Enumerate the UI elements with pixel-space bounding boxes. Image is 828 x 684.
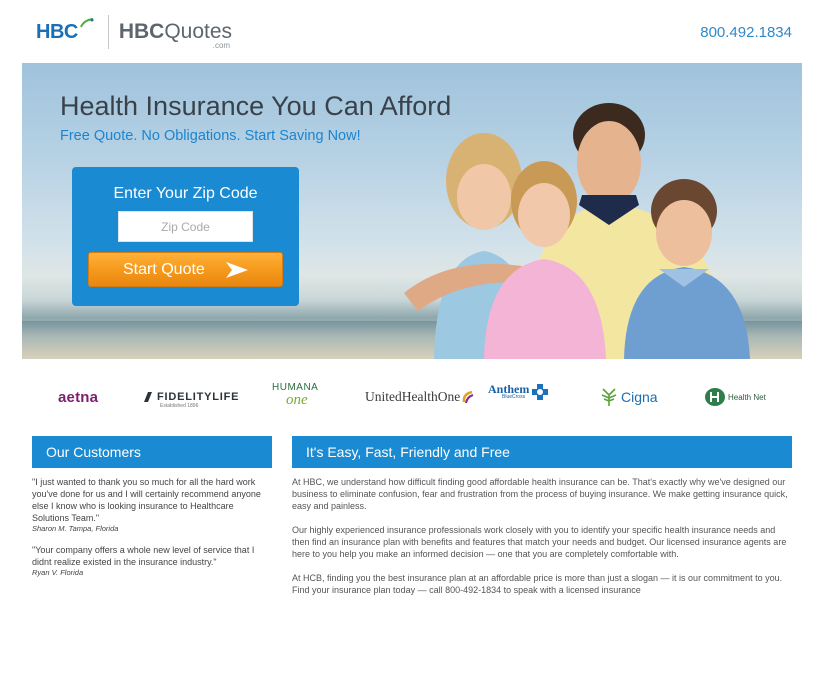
phone-number-link[interactable]: 800.492.1834 [700,24,792,41]
zip-quote-form: Enter Your Zip Code Start Quote [72,167,299,306]
logo-swoosh-icon [80,17,94,27]
zip-code-input[interactable] [118,211,253,242]
easy-fast-heading: It's Easy, Fast, Friendly and Free [292,436,792,468]
testimonial-quote: "I just wanted to thank you so much for … [32,477,261,523]
unitedhealthone-logo: UnitedHealthOne [365,383,474,411]
logo-hbcquotes-wordmark: HBCQuotes .com [118,20,233,50]
cigna-logo: Cigna [600,383,658,411]
logo-divider [107,15,109,49]
fidelity-established-text: Established 1896 [160,403,199,409]
site-header: HBC HBCQuotes .com 800.492.1834 [0,0,828,62]
testimonial-author: Ryan V. Florida [32,568,84,577]
fidelity-life-logo: FIDELITYLIFE Established 1896 [142,383,239,411]
about-paragraph: At HCB, finding you the best insurance p… [292,573,783,595]
hero-title: Health Insurance You Can Afford [60,91,452,121]
aetna-logo: aetna [58,388,99,406]
health-net-logo: Health Net [704,383,766,411]
about-text: At HBC, we understand how difficult find… [292,476,792,608]
arrow-right-icon [226,262,248,278]
cigna-tree-icon [601,388,617,406]
testimonial-quote: "Your company offers a whole new level o… [32,545,255,567]
our-customers-heading: Our Customers [32,436,272,468]
testimonials-list: "I just wanted to thank you so much for … [32,476,272,588]
start-quote-button[interactable]: Start Quote [88,252,283,287]
blue-cross-icon [532,384,549,400]
about-paragraph: At HBC, we understand how difficult find… [292,477,788,511]
health-net-h-icon [705,388,725,406]
start-quote-label: Start Quote [123,261,205,278]
anthem-bluecross-logo: Anthem BlueCross [488,383,549,411]
humana-one-logo: HUMANA one [272,382,319,408]
unitedhealthone-swirl-icon [462,390,474,404]
logo-hbc-mark: HBC [36,17,94,44]
testimonial-author: Sharon M. Tampa, Florida [32,524,119,533]
fidelity-mark-icon [144,392,152,402]
hero-banner: Health Insurance You Can Afford Free Quo… [22,63,802,359]
hero-subtitle: Free Quote. No Obligations. Start Saving… [60,128,361,144]
insurer-logos: aetna FIDELITYLIFE Established 1896 HUMA… [22,375,802,419]
about-paragraph: Our highly experienced insurance profess… [292,525,787,559]
hbc-quotes-logo[interactable]: HBC HBCQuotes .com [36,12,232,52]
zip-label: Enter Your Zip Code [113,185,258,202]
logo-com-text: .com [212,41,231,50]
